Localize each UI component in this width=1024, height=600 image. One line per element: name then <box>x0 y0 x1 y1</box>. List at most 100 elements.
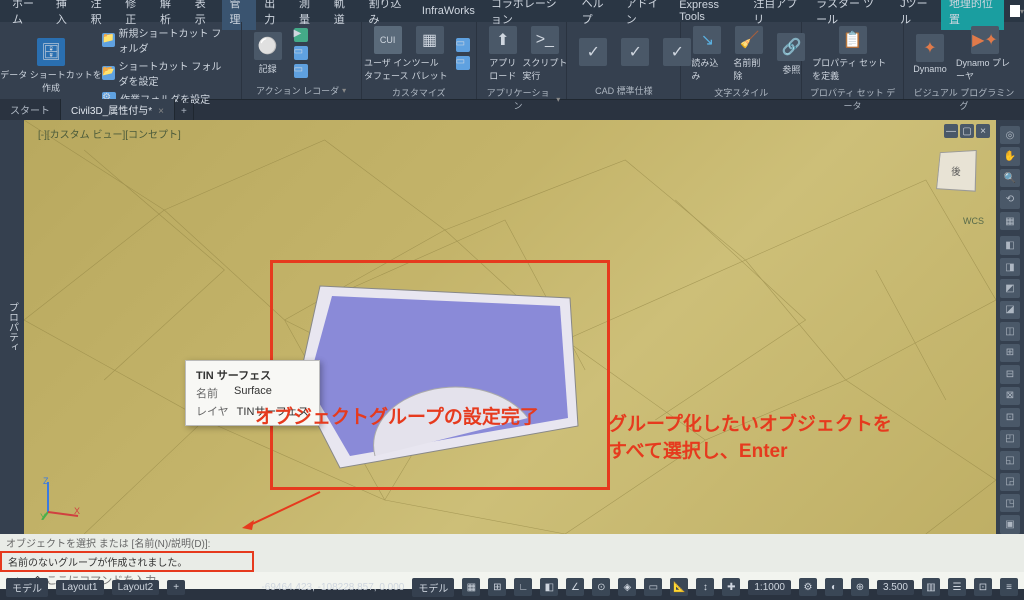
cui-opt1[interactable]: ▭ <box>452 37 474 53</box>
tool-7-icon[interactable]: ⊟ <box>1000 365 1020 383</box>
tool-10-icon[interactable]: ◰ <box>1000 430 1020 448</box>
ribbon-panel-propset: 📋プロパティ セットを定義 プロパティ セット データ <box>802 22 904 99</box>
status-i11-icon[interactable]: ▥ <box>922 578 940 596</box>
new-shortcut-folder-button[interactable]: 📁新規ショートカット フォルダ <box>98 24 235 56</box>
cad-std2[interactable]: ✓ <box>615 36 655 70</box>
action-opt1[interactable]: ▭ <box>290 45 312 61</box>
svg-text:Z: Z <box>43 476 49 486</box>
status-i12-icon[interactable]: ☰ <box>948 578 966 596</box>
status-layout1[interactable]: Layout1 <box>56 580 104 595</box>
ribbon-title-app: アプリケーション ▾ <box>483 84 560 112</box>
record-button[interactable]: ⚪記録 <box>248 30 288 77</box>
blank-panel-icon[interactable] <box>1010 5 1020 17</box>
ribbon-title-propset: プロパティ セット データ <box>808 84 897 112</box>
menu-overflow-icon[interactable]: ▾ <box>1020 7 1024 16</box>
status-i9-icon[interactable]: ◐ <box>825 578 843 596</box>
define-propset-button[interactable]: 📋プロパティ セットを定義 <box>808 24 897 84</box>
status-menu-icon[interactable]: ≡ <box>1000 578 1018 596</box>
zoom-icon[interactable]: 🔍 <box>1000 169 1020 187</box>
dynamo-button[interactable]: ✦Dynamo <box>910 32 950 76</box>
command-input[interactable] <box>46 575 1018 587</box>
close-tab-icon[interactable]: × <box>158 106 164 117</box>
tool-5-icon[interactable]: ◫ <box>1000 322 1020 340</box>
create-shortcut-button[interactable]: 🗄データ ショートカットを 作成 <box>6 36 96 96</box>
tool-12-icon[interactable]: ◲ <box>1000 473 1020 491</box>
viewport-maximize-icon[interactable]: ▢ <box>960 124 974 138</box>
wheel-icon[interactable]: ◎ <box>1000 126 1020 144</box>
status-i7-icon[interactable]: ↕ <box>696 578 714 596</box>
script-run-button[interactable]: >_スクリプト 実行 <box>525 24 565 84</box>
menu-infraworks[interactable]: InfraWorks <box>414 2 483 20</box>
status-snap-icon[interactable]: ⊞ <box>488 578 506 596</box>
status-grid-icon[interactable]: ▦ <box>462 578 480 596</box>
tab-document[interactable]: Civil3D_属性付与*× <box>61 99 175 120</box>
status-ortho-icon[interactable]: ∟ <box>514 578 532 596</box>
ucs-axes-icon: Z Y X <box>40 476 84 520</box>
action-opt2[interactable]: ▭ <box>290 63 312 79</box>
tab-add[interactable]: + <box>175 103 194 120</box>
ribbon: 🗄データ ショートカットを 作成 📁新規ショートカット フォルダ 📂ショートカッ… <box>0 22 1024 100</box>
status-i3-icon[interactable]: ⊙ <box>592 578 610 596</box>
annotation-arrow-icon <box>240 490 330 530</box>
ribbon-panel-app: ⬆アプリ ロード >_スクリプト 実行 アプリケーション ▾ <box>477 22 567 99</box>
purge-button[interactable]: 🧹名前削除 <box>729 24 769 84</box>
viewport-close-icon[interactable]: × <box>976 124 990 138</box>
tool-11-icon[interactable]: ◱ <box>1000 451 1020 469</box>
status-i2-icon[interactable]: ∠ <box>566 578 584 596</box>
app-load-button[interactable]: ⬆アプリ ロード <box>483 24 523 84</box>
tool-1-icon[interactable]: ◧ <box>1000 236 1020 254</box>
status-gear-icon[interactable]: ⚙ <box>799 578 817 596</box>
cui-button[interactable]: CUIユーザ イン タフェース <box>368 24 408 84</box>
annotation-highlight-box <box>270 260 610 490</box>
view-cube-face[interactable]: 後 <box>936 150 977 192</box>
svg-text:Y: Y <box>40 512 46 520</box>
menu-bar: ホーム 挿入 注釈 修正 解析 表示 管理 出力 測量 軌道 割り込み Infr… <box>0 0 1024 22</box>
status-i4-icon[interactable]: ◈ <box>618 578 636 596</box>
orbit-icon[interactable]: ⟲ <box>1000 190 1020 208</box>
ribbon-title-action: アクション レコーダ ▾ <box>248 82 355 97</box>
status-scale[interactable]: 1:1000 <box>748 580 791 595</box>
status-layout2[interactable]: Layout2 <box>112 580 160 595</box>
wcs-label[interactable]: WCS <box>963 216 984 226</box>
command-area: オブジェクトを選択 または [名前(N)/説明(D)]: 名前のないグループが作… <box>0 534 1024 574</box>
ribbon-title-customize: カスタマイズ <box>368 84 470 99</box>
ribbon-panel-customize: CUIユーザ イン タフェース ▦ツール パレット ▭ ▭ カスタマイズ <box>362 22 477 99</box>
tool-9-icon[interactable]: ⊡ <box>1000 408 1020 426</box>
tab-start[interactable]: スタート <box>0 99 61 120</box>
status-i13-icon[interactable]: ⊡ <box>974 578 992 596</box>
cui-opt2[interactable]: ▭ <box>452 55 474 71</box>
import-style-button[interactable]: ↘読み込み <box>687 24 727 84</box>
cad-std1[interactable]: ✓ <box>573 36 613 70</box>
viewport-minimize-icon[interactable]: — <box>944 124 958 138</box>
ribbon-title-text: 文字スタイル <box>687 84 795 99</box>
pan-icon[interactable]: ✋ <box>1000 147 1020 165</box>
properties-panel-tab[interactable]: プロパティ <box>0 120 24 534</box>
status-model2[interactable]: モデル <box>412 578 454 597</box>
play-button[interactable]: ▶ <box>290 27 312 43</box>
view-cube[interactable]: 後 <box>928 150 984 206</box>
tool-4-icon[interactable]: ◪ <box>1000 301 1020 319</box>
status-i1-icon[interactable]: ◧ <box>540 578 558 596</box>
status-coordinates: -69464.423, -108228.857, 0.000 <box>261 582 404 593</box>
tool-13-icon[interactable]: ◳ <box>1000 494 1020 512</box>
tool-8-icon[interactable]: ⊠ <box>1000 387 1020 405</box>
status-i10-icon[interactable]: ⊕ <box>851 578 869 596</box>
view-label[interactable]: [-][カスタム ビュー][コンセプト] <box>38 126 181 141</box>
command-history-2: 名前のないグループが作成されました。 <box>0 551 254 572</box>
tool-2-icon[interactable]: ◨ <box>1000 258 1020 276</box>
tool-palette-button[interactable]: ▦ツール パレット <box>410 24 450 84</box>
tool-6-icon[interactable]: ⊞ <box>1000 344 1020 362</box>
status-angle[interactable]: 3.500 <box>877 580 914 595</box>
status-model[interactable]: モデル <box>6 578 48 597</box>
tool-14-icon[interactable]: ▣ <box>1000 515 1020 533</box>
ribbon-panel-action: ⚪記録 ▶ ▭ ▭ アクション レコーダ ▾ <box>242 22 362 99</box>
dynamo-player-button[interactable]: ▶✦Dynamo プレーヤ <box>952 24 1018 84</box>
status-add-layout[interactable]: + <box>167 580 185 595</box>
viewport[interactable]: プロパティ [-][カスタム ビュー][コンセプト] TIN サーフェス 名前S… <box>0 120 1024 534</box>
status-i6-icon[interactable]: 📐 <box>670 578 688 596</box>
status-i5-icon[interactable]: ▭ <box>644 578 662 596</box>
showmotion-icon[interactable]: ▦ <box>1000 212 1020 230</box>
status-i8-icon[interactable]: ✚ <box>722 578 740 596</box>
set-shortcut-folder-button[interactable]: 📂ショートカット フォルダを設定 <box>98 57 235 89</box>
tool-3-icon[interactable]: ◩ <box>1000 279 1020 297</box>
